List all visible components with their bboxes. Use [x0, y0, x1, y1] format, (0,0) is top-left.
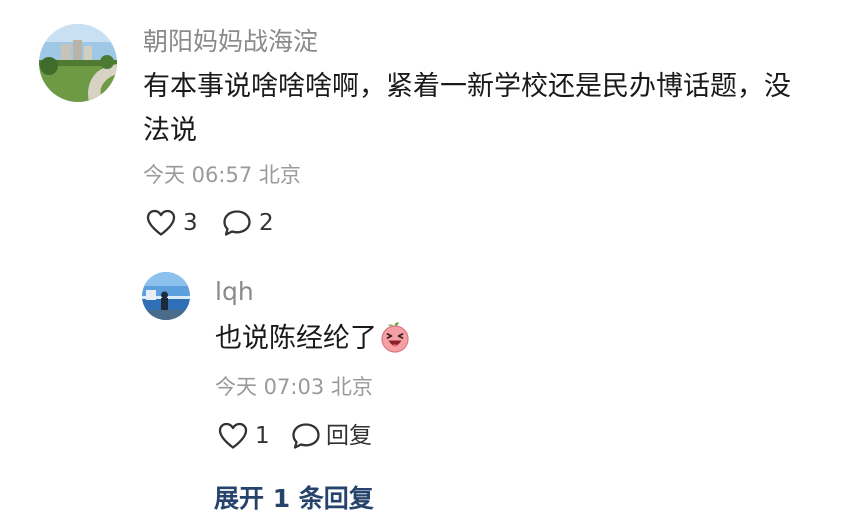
- reply-reply-label: 回复: [326, 422, 372, 449]
- comment-author-name[interactable]: 朝阳妈妈战海淀: [143, 29, 318, 54]
- comment-reply-button[interactable]: 2: [222, 209, 274, 237]
- reply-avatar[interactable]: [142, 272, 190, 320]
- expand-replies-link[interactable]: 展开 1 条回复: [214, 486, 374, 511]
- comment-reply-count: 2: [259, 209, 274, 236]
- reply-time: 今天 07:03: [215, 375, 325, 399]
- heart-icon: [146, 209, 176, 236]
- comment-time: 今天 06:57: [143, 163, 253, 187]
- reply-like-button[interactable]: 1: [218, 422, 270, 450]
- laughing-peach-emoji: [379, 321, 411, 367]
- heart-icon: [218, 422, 248, 449]
- comment-location: 北京: [258, 163, 301, 187]
- reply-text: 也说陈经纶了: [215, 323, 377, 354]
- comment-text: 有本事说啥啥啥啊，紧着一新学校还是民办博话题，没法说: [143, 71, 791, 146]
- comment-avatar[interactable]: [39, 24, 117, 102]
- reply-like-count: 1: [255, 422, 270, 449]
- comment-like-count: 3: [183, 209, 198, 236]
- comment-meta: 今天 06:57 北京: [143, 165, 301, 186]
- comment-like-button[interactable]: 3: [146, 209, 198, 237]
- speech-bubble-icon: [223, 210, 251, 236]
- seaside-person-photo: [142, 272, 190, 320]
- reply-reply-button[interactable]: 回复: [291, 422, 372, 450]
- park-path-photo: [39, 24, 117, 102]
- reply-location: 北京: [330, 375, 373, 399]
- reply-content: 也说陈经纶了: [215, 317, 411, 367]
- reply-author-name[interactable]: lqh: [215, 279, 254, 304]
- speech-bubble-icon: [292, 423, 320, 449]
- reply-meta: 今天 07:03 北京: [215, 377, 373, 398]
